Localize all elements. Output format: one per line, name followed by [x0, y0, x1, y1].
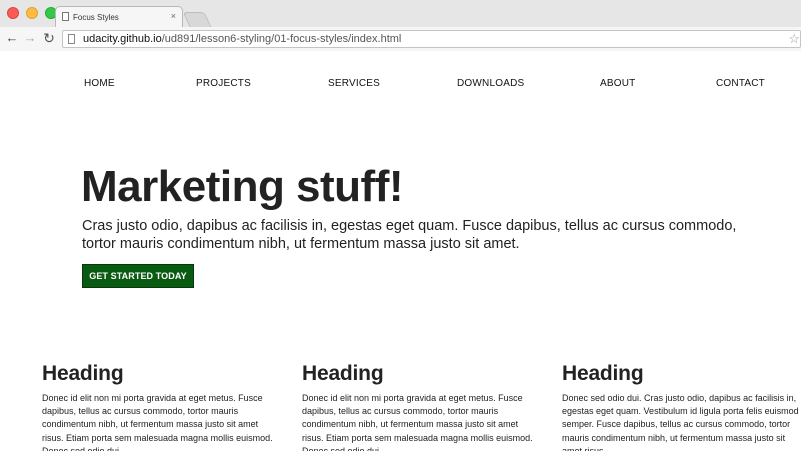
- minimize-window-button[interactable]: [26, 7, 38, 19]
- feature-column: Heading Donec id elit non mi porta gravi…: [42, 362, 282, 451]
- hero-text: Cras justo odio, dapibus ac facilisis in…: [82, 218, 737, 252]
- close-tab-icon[interactable]: ×: [171, 11, 176, 21]
- browser-toolbar: ← → ↻ udacity.github.io/ud891/lesson6-st…: [0, 27, 801, 51]
- column-heading: Heading: [562, 362, 644, 385]
- forward-arrow-icon[interactable]: →: [22, 30, 38, 46]
- document-icon: [62, 12, 69, 21]
- close-window-button[interactable]: [7, 7, 19, 19]
- get-started-button[interactable]: GET STARTED TODAY: [82, 264, 194, 288]
- column-heading: Heading: [42, 362, 124, 385]
- url-text[interactable]: udacity.github.io/ud891/lesson6-styling/…: [83, 33, 401, 45]
- tab-focus-styles[interactable]: Focus Styles ×: [55, 6, 183, 27]
- feature-column: Heading Donec sed odio dui. Cras justo o…: [562, 362, 801, 451]
- nav-link-home[interactable]: HOME: [84, 78, 115, 89]
- page-icon: [68, 34, 75, 44]
- url-path: /ud891/lesson6-styling/01-focus-styles/i…: [161, 33, 402, 45]
- bookmark-star-icon[interactable]: ☆: [788, 31, 800, 47]
- web-page: HOME PROJECTS SERVICES DOWNLOADS ABOUT C…: [0, 52, 801, 451]
- column-heading: Heading: [302, 362, 384, 385]
- nav-link-projects[interactable]: PROJECTS: [196, 78, 251, 89]
- feature-column: Heading Donec id elit non mi porta gravi…: [302, 362, 542, 451]
- address-bar[interactable]: udacity.github.io/ud891/lesson6-styling/…: [62, 30, 801, 48]
- nav-link-services[interactable]: SERVICES: [328, 78, 380, 89]
- back-arrow-icon[interactable]: ←: [4, 30, 20, 46]
- column-text: Donec sed odio dui. Cras justo odio, dap…: [562, 393, 799, 451]
- new-tab-button[interactable]: [182, 12, 212, 27]
- browser-chrome: Focus Styles × ← → ↻ udacity.github.io/u…: [0, 0, 801, 51]
- column-text: Donec id elit non mi porta gravida at eg…: [42, 393, 273, 451]
- hero-title: Marketing stuff!: [81, 162, 404, 211]
- column-text: Donec id elit non mi porta gravida at eg…: [302, 393, 533, 451]
- reload-icon[interactable]: ↻: [41, 30, 57, 46]
- site-navigation: HOME PROJECTS SERVICES DOWNLOADS ABOUT C…: [0, 78, 801, 92]
- nav-link-about[interactable]: ABOUT: [600, 78, 635, 89]
- window-controls: [7, 7, 57, 19]
- tab-title: Focus Styles: [73, 13, 119, 22]
- nav-link-contact[interactable]: CONTACT: [716, 78, 765, 89]
- nav-link-downloads[interactable]: DOWNLOADS: [457, 78, 524, 89]
- url-domain: udacity.github.io: [83, 33, 162, 45]
